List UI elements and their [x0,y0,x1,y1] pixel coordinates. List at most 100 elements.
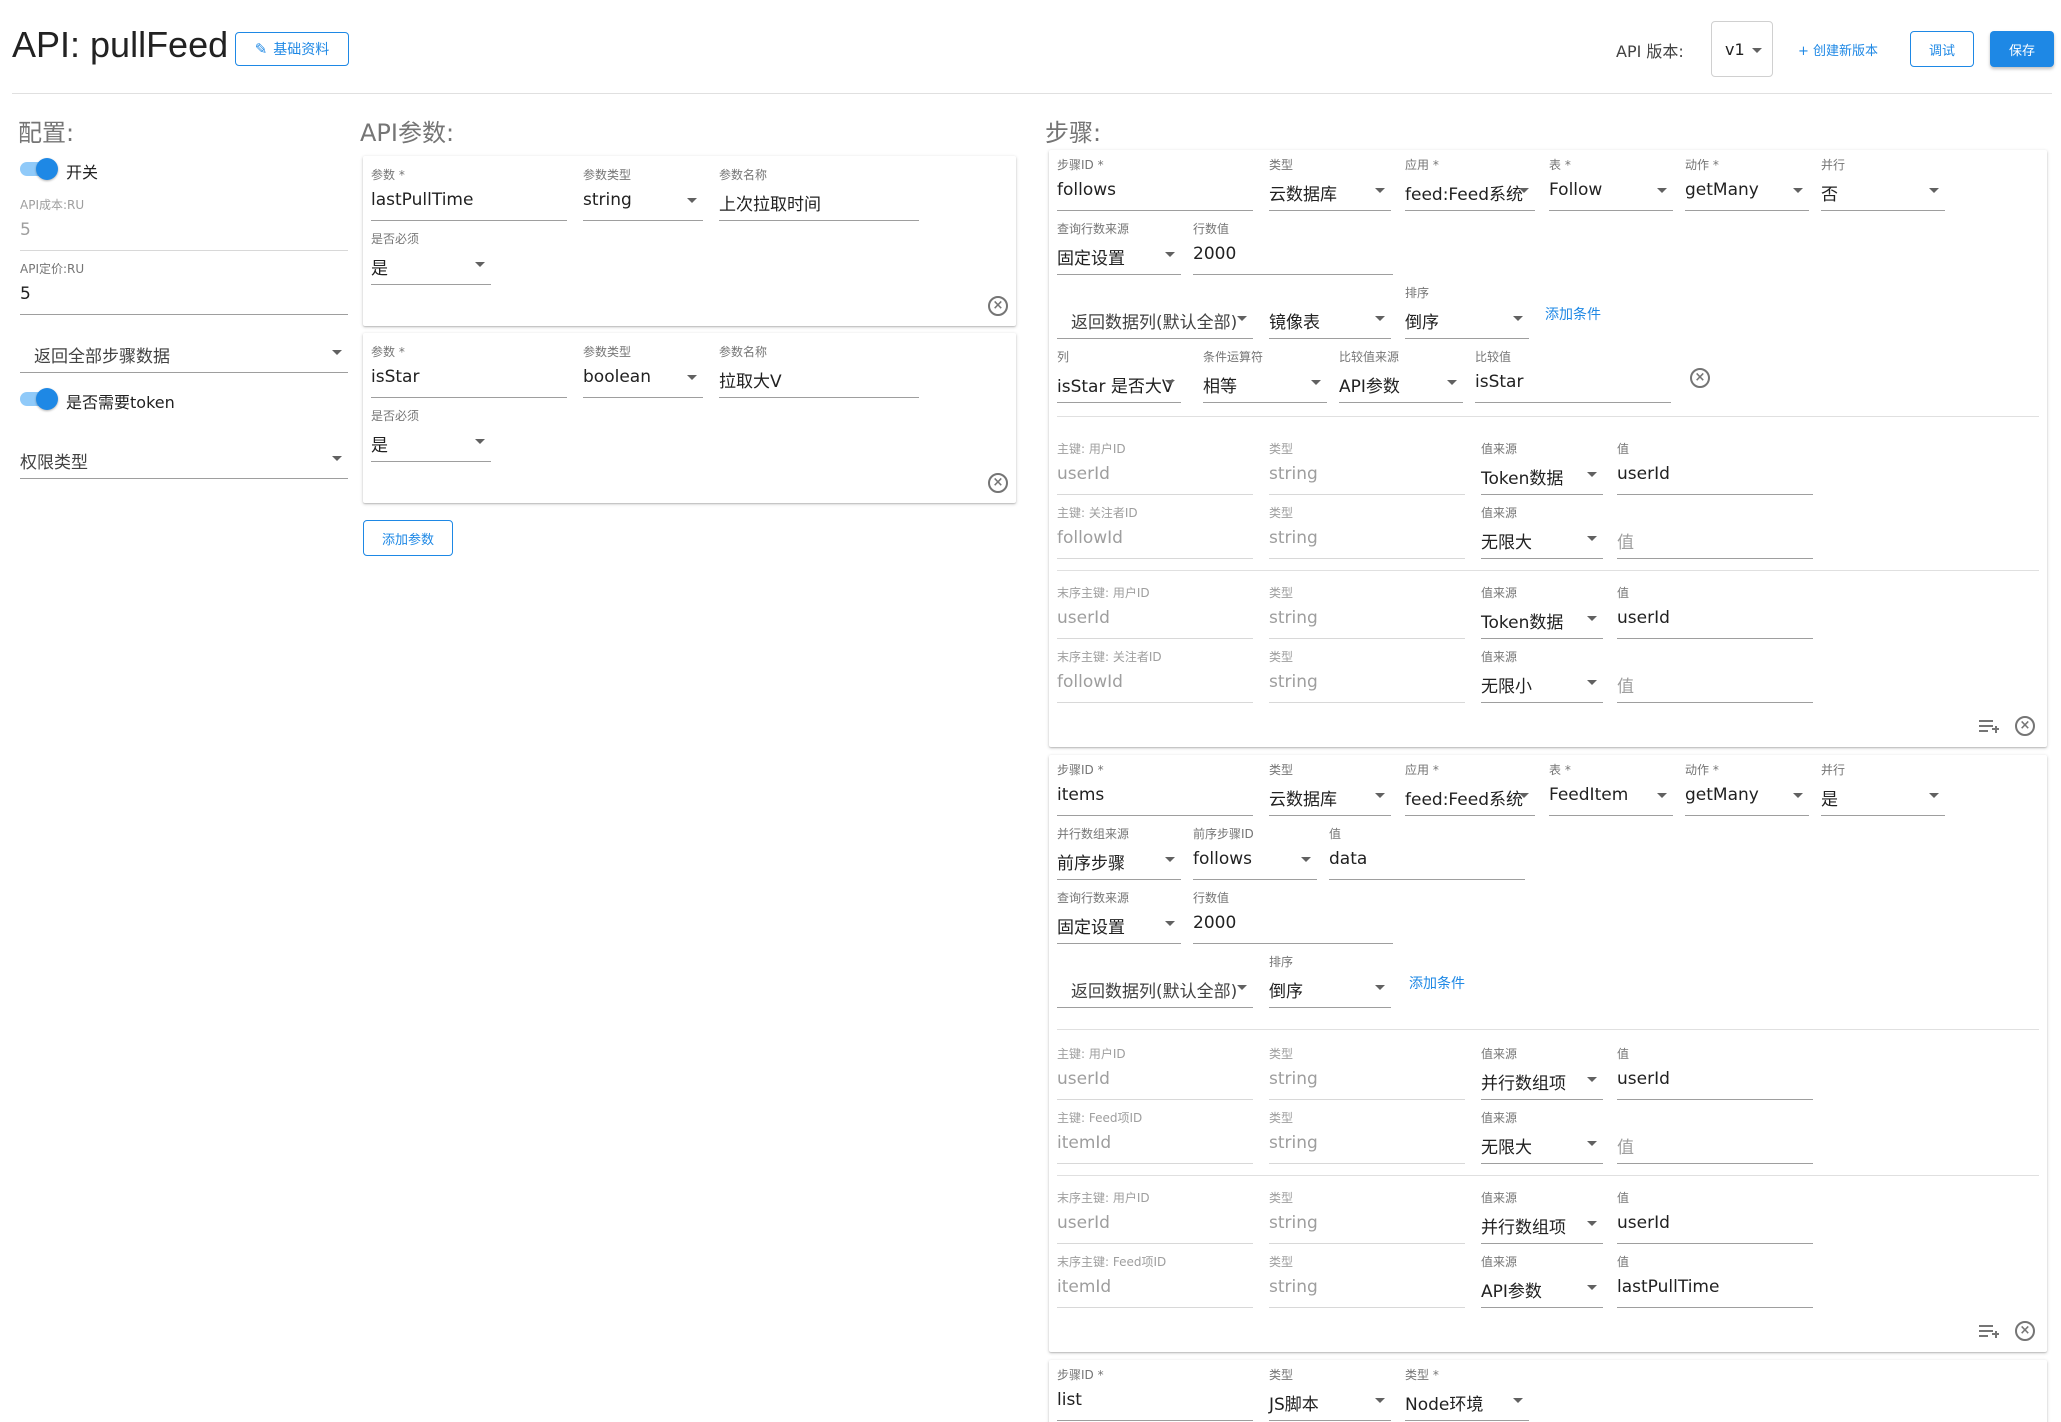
key-value-input[interactable]: 值 [1617,504,1813,562]
add-condition-link[interactable]: 添加条件 [1545,304,1601,324]
step-table-select[interactable]: 表 * FeedItem [1549,761,1673,819]
param-type-select[interactable]: 参数类型 boolean [583,343,703,401]
param-required-select[interactable]: 是否必须是 [371,230,491,288]
key-value-input[interactable]: 值 [1617,648,1813,706]
key-type-input: 类型 string [1269,1109,1465,1167]
key-value-input[interactable]: 值 lastPullTime [1617,1253,1813,1311]
remove-param-icon[interactable]: × [988,296,1008,316]
key-value-input[interactable]: 值 userId [1617,584,1813,642]
step-id-input[interactable]: 步骤ID * list [1057,1366,1253,1422]
condition-operator-select[interactable]: 条件运算符 相等 [1203,348,1327,406]
value-source-select[interactable]: 值来源 并行数组项 [1481,1189,1603,1247]
step-app-select[interactable]: 应用 * feed:Feed系统 [1405,761,1535,819]
mirror-table-select[interactable]: 镜像表 [1269,284,1391,342]
return-columns-select[interactable]: 返回数据列(默认全部) [1057,284,1253,342]
sort-select[interactable]: 排序 倒序 [1405,284,1529,342]
key-type-input: 类型 string [1269,504,1465,562]
value-source-select[interactable]: 值来源 无限大 [1481,1109,1603,1167]
param-name-input[interactable]: 参数 * lastPullTime [371,166,567,224]
step-type-select[interactable]: 类型 JS脚本 [1269,1366,1391,1422]
param-name-input[interactable]: 参数 * isStar [371,343,567,401]
step-type-select[interactable]: 类型 云数据库 [1269,761,1391,819]
step-app-select[interactable]: 应用 * feed:Feed系统 [1405,156,1535,214]
compare-value-input[interactable]: 比较值 isStar [1475,348,1671,406]
permission-select[interactable]: 权限类型 [20,424,348,482]
chevron-down-icon [1587,536,1597,541]
chevron-down-icon [1793,188,1803,193]
parallel-source-select[interactable]: 并行数组来源 前序步骤 [1057,825,1181,883]
chevron-down-icon [1513,1398,1523,1403]
end-key-input: 末序主键: 用户ID userId [1057,1189,1253,1247]
rows-source-select[interactable]: 查询行数来源 固定设置 [1057,889,1181,947]
param-type-select[interactable]: 参数类型 string [583,166,703,224]
step-parallel-select[interactable]: 并行否 [1821,156,1945,214]
chevron-down-icon [1587,680,1597,685]
header-divider [12,93,2052,94]
add-param-button[interactable]: 添加参数 [363,520,453,556]
step-table-select[interactable]: 表 * Follow [1549,156,1673,214]
param-label-input[interactable]: 参数名称 上次拉取时间 [719,166,919,224]
step-id-input[interactable]: 步骤ID * items [1057,761,1253,819]
compare-source-select[interactable]: 比较值来源 API参数 [1339,348,1463,406]
value-source-select[interactable]: 值来源 无限大 [1481,504,1603,562]
create-version-button[interactable]: + 创建新版本 [1798,40,1878,59]
param-label-input[interactable]: 参数名称 拉取大V [719,343,919,401]
param-required-select[interactable]: 是否必须是 [371,407,491,465]
remove-step-icon[interactable]: × [2015,1321,2035,1341]
remove-param-icon[interactable]: × [988,473,1008,493]
key-type-input: 类型 string [1269,584,1465,642]
value-source-select[interactable]: 值来源 Token数据 [1481,440,1603,498]
params-title: API参数: [360,119,455,147]
chevron-down-icon [475,262,485,267]
api-cost-field[interactable]: API成本:RU 5 [20,196,348,254]
version-select[interactable]: v1 [1711,21,1773,77]
prev-step-select[interactable]: 前序步骤ID follows [1193,825,1317,883]
enable-toggle[interactable] [20,158,60,180]
value-source-select[interactable]: 值来源 API参数 [1481,1253,1603,1311]
pencil-icon: ✎ [254,40,268,58]
rows-source-select[interactable]: 查询行数来源 固定设置 [1057,220,1181,278]
add-row-icon[interactable] [1979,1323,1999,1339]
add-condition-link[interactable]: 添加条件 [1409,973,1465,993]
chevron-down-icon [1165,857,1175,862]
api-price-field[interactable]: API定价:RU 5 [20,260,348,318]
step-parallel-select[interactable]: 并行是 [1821,761,1945,819]
chevron-down-icon [1165,252,1175,257]
return-columns-select[interactable]: 返回数据列(默认全部) [1057,953,1253,1011]
return-mode-select[interactable]: 返回全部步骤数据 [20,318,348,376]
value-source-select[interactable]: 值来源 Token数据 [1481,584,1603,642]
value-source-select[interactable]: 值来源 无限小 [1481,648,1603,706]
end-key-input: 末序主键: Feed项ID itemId [1057,1253,1253,1311]
page-title: API: pullFeed [12,24,229,65]
step-action-select[interactable]: 动作 * getMany [1685,761,1809,819]
rows-value-input[interactable]: 行数值 2000 [1193,889,1393,947]
basic-info-button[interactable]: ✎ 基础资料 [235,32,349,66]
rows-value-input[interactable]: 行数值 2000 [1193,220,1393,278]
chevron-down-icon [1165,921,1175,926]
remove-step-icon[interactable]: × [2015,716,2035,736]
chevron-down-icon [1587,1077,1597,1082]
step-type-select[interactable]: 类型 云数据库 [1269,156,1391,214]
chevron-down-icon [687,198,697,203]
condition-column-select[interactable]: 列 isStar 是否大V [1057,348,1181,406]
key-value-input[interactable]: 值 userId [1617,1045,1813,1103]
step-action-select[interactable]: 动作 * getMany [1685,156,1809,214]
debug-button[interactable]: 调试 [1910,31,1974,67]
parallel-value-input[interactable]: 值 data [1329,825,1525,883]
chevron-down-icon [1657,188,1667,193]
step-id-input[interactable]: 步骤ID * follows [1057,156,1253,214]
key-value-input[interactable]: 值 [1617,1109,1813,1167]
value-source-select[interactable]: 值来源 并行数组项 [1481,1045,1603,1103]
step-env-select[interactable]: 类型 * Node环境 [1405,1366,1529,1422]
key-input: 主键: 用户ID userId [1057,1045,1253,1103]
chevron-down-icon [1237,316,1247,321]
save-button[interactable]: 保存 [1990,31,2054,67]
key-value-input[interactable]: 值 userId [1617,1189,1813,1247]
remove-condition-icon[interactable]: × [1690,368,1710,388]
chevron-down-icon [1587,616,1597,621]
sort-select[interactable]: 排序 倒序 [1269,953,1391,1011]
token-toggle[interactable] [20,388,60,410]
key-value-input[interactable]: 值 userId [1617,440,1813,498]
add-row-icon[interactable] [1979,718,1999,734]
chevron-down-icon [1237,985,1247,990]
